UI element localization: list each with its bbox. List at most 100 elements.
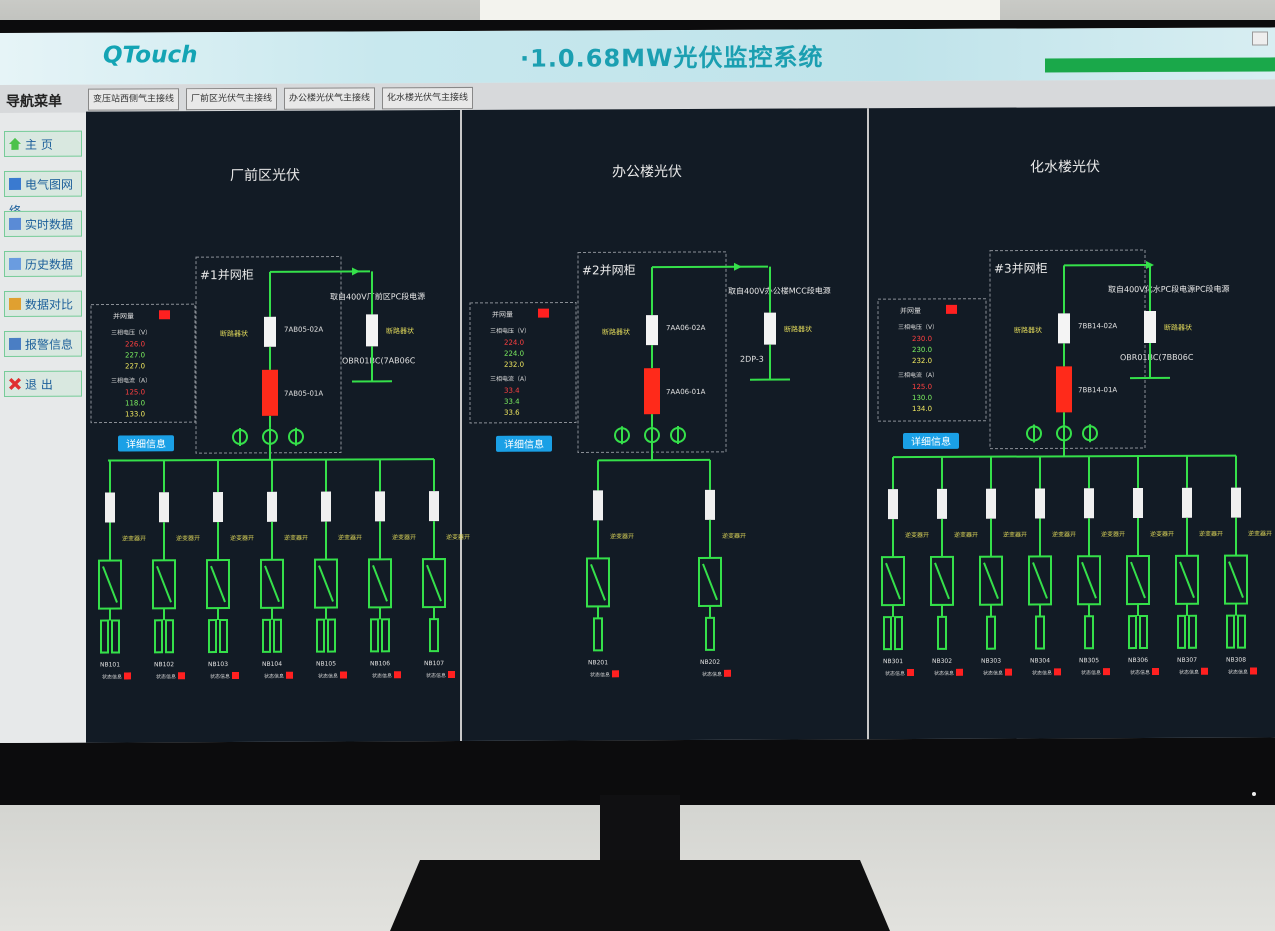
breaker-lower[interactable]: [1056, 366, 1072, 413]
inverter-symbol: [1179, 561, 1195, 599]
inverter-symbol: [934, 562, 950, 600]
inverter-status-label: 状态信息: [1130, 669, 1150, 676]
inverter-status-indicator: [1152, 667, 1159, 675]
grounding-switch[interactable]: [1144, 310, 1156, 344]
current-value: 130.0: [912, 394, 932, 402]
inverter-id: NB307: [1177, 657, 1197, 664]
voltage-value: 230.0: [912, 346, 932, 354]
branch-breaker[interactable]: [937, 488, 947, 519]
pv-string-icon: [165, 619, 174, 654]
branch-breaker[interactable]: [705, 489, 715, 520]
branch-breaker[interactable]: [429, 491, 439, 522]
inverter-status-label: 状态信息: [210, 673, 230, 680]
grounding-switch[interactable]: [366, 314, 378, 347]
inverter-id: NB201: [588, 659, 608, 666]
inverter-id: NB301: [883, 658, 903, 665]
branch-breaker-label: 逆变器开: [1052, 530, 1076, 538]
current-label: 三相电流（A）: [490, 375, 530, 383]
branch-breaker[interactable]: [1231, 487, 1241, 518]
screen: QTouch ·1.0.68MW光伏监控系统 变压站西侧气主接线 厂前区光伏气主…: [0, 27, 1275, 744]
inverter-status-indicator: [286, 671, 293, 679]
branch-breaker-label: 逆变器开: [1199, 530, 1223, 538]
branch-breaker[interactable]: [375, 491, 385, 522]
inverter-status-indicator: [124, 672, 131, 680]
branch-breaker-label: 逆变器开: [610, 532, 634, 540]
branch-breaker-label: 逆变器开: [954, 531, 978, 539]
inverter-symbol: [1081, 561, 1097, 599]
branch-breaker[interactable]: [159, 492, 169, 523]
breaker-lower[interactable]: [262, 369, 278, 416]
pv-string-icon: [111, 619, 120, 654]
inverter-id: NB303: [981, 658, 1001, 665]
branch-breaker[interactable]: [1182, 487, 1192, 518]
current-value: 33.6: [504, 409, 520, 417]
pv-string-icon: [1139, 614, 1148, 650]
pv-string-icon: [327, 618, 336, 653]
stats-label: 并网量: [492, 310, 513, 319]
pv-string-icon: [986, 615, 996, 650]
inverter-status-indicator: [1103, 668, 1110, 676]
inverter-status-label: 状态信息: [426, 672, 446, 679]
ac-bus: [893, 454, 1236, 459]
breaker-code: 7AA06-02A: [666, 324, 706, 332]
inverter-status-indicator: [1250, 667, 1257, 675]
breaker-state-label: 断路器状: [386, 326, 414, 335]
branch-breaker[interactable]: [267, 491, 277, 522]
branch-breaker-label: 逆变器开: [722, 532, 746, 540]
branch-breaker[interactable]: [1133, 488, 1143, 519]
inverter-id: NB306: [1128, 657, 1148, 664]
feeder-line: [652, 265, 768, 269]
grid-status-indicator: [538, 308, 549, 318]
pv-string-icon: [1128, 615, 1137, 650]
branch-breaker[interactable]: [986, 488, 996, 519]
inverter-status-label: 状态信息: [264, 673, 284, 680]
inverter-status-indicator: [612, 670, 619, 678]
voltage-value: 227.0: [125, 362, 145, 370]
branch-breaker[interactable]: [1084, 488, 1094, 519]
breaker-upper[interactable]: [646, 315, 658, 346]
inverter-id: NB202: [700, 659, 720, 666]
inverter-status-indicator: [232, 671, 239, 679]
feed-arrow-icon: [352, 267, 360, 276]
breaker-lower[interactable]: [644, 368, 660, 415]
grounding-switch[interactable]: [764, 312, 776, 345]
cabinet-label: #3并网柜: [994, 261, 1048, 275]
breaker-upper[interactable]: [1058, 313, 1070, 344]
pv-string-icon: [1177, 614, 1186, 649]
branch-breaker[interactable]: [105, 492, 115, 523]
branch-breaker-label: 逆变器开: [338, 533, 362, 541]
inverter-status-indicator: [1201, 667, 1208, 675]
inverter-symbol: [885, 562, 901, 600]
stats-label: 并网量: [900, 306, 921, 315]
inverter-id: NB105: [316, 661, 336, 668]
pv-string-icon: [937, 615, 947, 650]
inverter-status-label: 状态信息: [590, 671, 610, 678]
inverter-status-label: 状态信息: [318, 673, 338, 680]
breaker-state-label: 断路器状: [602, 327, 630, 336]
inverter-symbol: [372, 565, 388, 602]
voltage-value: 226.0: [125, 340, 145, 348]
voltage-label: 三相电压（V）: [490, 327, 530, 335]
branch-breaker-label: 逆变器开: [122, 534, 146, 542]
branch-breaker[interactable]: [213, 492, 223, 523]
branch-breaker[interactable]: [1035, 488, 1045, 519]
pv-string-icon: [1035, 615, 1045, 650]
inverter-status-label: 状态信息: [983, 670, 1003, 677]
inverter-status-label: 状态信息: [156, 673, 176, 680]
branch-breaker[interactable]: [593, 490, 603, 521]
branch-breaker-label: 逆变器开: [1150, 530, 1174, 538]
breaker-upper[interactable]: [264, 316, 276, 347]
branch-breaker[interactable]: [888, 489, 898, 520]
feed-code: OBR01BC(7BB06C: [1120, 353, 1194, 362]
inverter-symbol: [1130, 561, 1146, 599]
inverter-id: NB308: [1226, 657, 1246, 664]
inverter-symbol: [156, 565, 172, 603]
feed-arrow-icon: [734, 262, 742, 271]
inverter-status-label: 状态信息: [934, 670, 954, 677]
branch-breaker[interactable]: [321, 491, 331, 522]
pv-string-icon: [273, 618, 282, 653]
branch-breaker-label: 逆变器开: [284, 534, 308, 542]
breaker-code: 7AB05-02A: [284, 326, 323, 334]
details-button-label: 详细信息: [504, 438, 544, 451]
voltage-value: 232.0: [504, 361, 524, 369]
